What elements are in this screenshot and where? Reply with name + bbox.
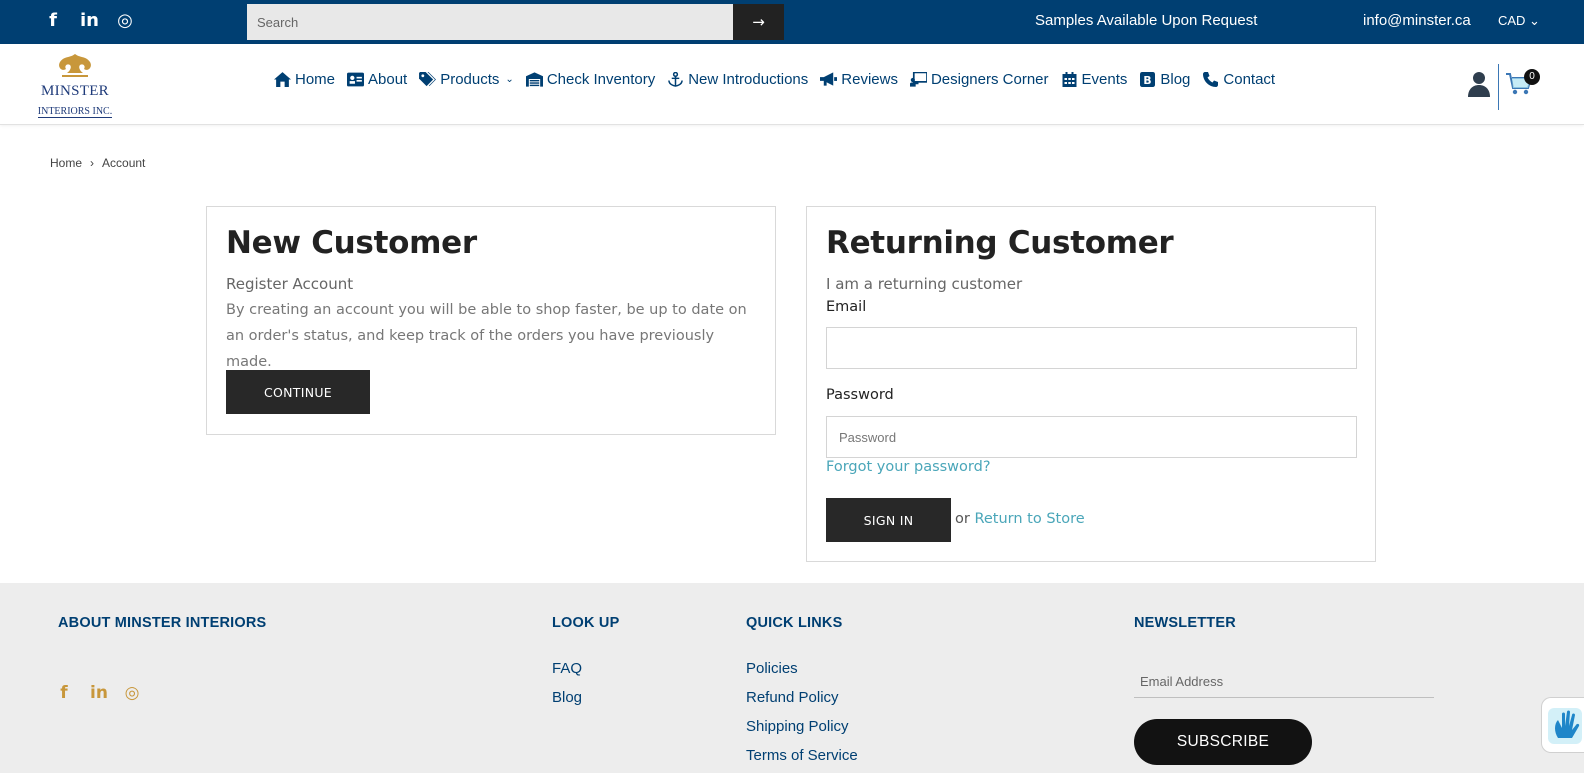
header-divider	[1498, 64, 1499, 110]
linkedin-icon[interactable]: in	[90, 683, 108, 703]
nav-label: New Introductions	[688, 71, 809, 88]
breadcrumb: Home › Account	[50, 156, 145, 170]
facebook-icon[interactable]: f	[44, 10, 62, 32]
tags-icon	[419, 72, 437, 87]
returning-customer-subtitle: I am a returning customer	[826, 275, 1023, 293]
currency-selector[interactable]: CAD ⌄	[1498, 13, 1540, 29]
footer-link-refund-policy[interactable]: Refund Policy	[746, 683, 858, 712]
blog-icon: B	[1140, 72, 1156, 87]
email-label: Email	[826, 299, 867, 315]
search-input[interactable]	[247, 4, 733, 40]
nav-label: Reviews	[841, 71, 898, 88]
subscribe-button[interactable]: SUBSCRIBE	[1134, 719, 1312, 765]
samples-notice: Samples Available Upon Request	[1035, 12, 1258, 29]
footer-about-heading: ABOUT MINSTER INTERIORS	[58, 615, 267, 631]
sign-in-button[interactable]: SIGN IN	[826, 498, 951, 542]
email-field[interactable]	[826, 327, 1357, 369]
chalkboard-icon	[909, 72, 927, 87]
warehouse-icon	[525, 72, 543, 87]
breadcrumb-home-link[interactable]: Home	[50, 156, 82, 170]
calendar-icon	[1062, 72, 1076, 87]
instagram-icon[interactable]: ◎	[116, 10, 134, 32]
nav-item-contact[interactable]: Contact	[1202, 71, 1275, 88]
password-label: Password	[826, 387, 894, 403]
nav-item-products[interactable]: Products ⌄	[419, 71, 514, 88]
top-social-links: f in ◎	[44, 10, 134, 32]
continue-button[interactable]: CONTINUE	[226, 370, 370, 414]
search-submit-button[interactable]: →	[733, 4, 784, 40]
linkedin-icon[interactable]: in	[80, 10, 99, 32]
breadcrumb-current: Account	[102, 156, 146, 170]
footer-quick-links-list: Policies Refund Policy Shipping Policy T…	[746, 654, 858, 770]
footer-newsletter-heading: NEWSLETTER	[1134, 615, 1236, 631]
newsletter-email-input[interactable]	[1134, 666, 1434, 698]
footer-link-policies[interactable]: Policies	[746, 654, 858, 683]
instagram-icon[interactable]: ◎	[124, 683, 140, 703]
footer-lookup-heading: LOOK UP	[552, 615, 620, 631]
breadcrumb-separator: ›	[90, 156, 95, 170]
register-account-subtitle: Register Account	[226, 275, 354, 293]
password-field[interactable]	[826, 416, 1357, 458]
nav-label: Home	[295, 71, 336, 88]
nav-label: Products	[440, 71, 500, 88]
id-card-icon	[347, 72, 365, 87]
nav-label: Blog	[1160, 71, 1191, 88]
nav-item-designers-corner[interactable]: Designers Corner	[909, 71, 1049, 88]
svg-text:B: B	[1144, 74, 1152, 87]
forgot-password-link[interactable]: Forgot your password?	[826, 459, 991, 475]
or-text: or	[955, 511, 970, 527]
facebook-icon[interactable]: f	[56, 683, 72, 703]
chevron-down-icon: ⌄	[505, 74, 514, 85]
nav-item-about[interactable]: About	[347, 71, 407, 88]
footer-link-shipping-policy[interactable]: Shipping Policy	[746, 712, 858, 741]
nav-label: Check Inventory	[546, 71, 656, 88]
footer-link-blog[interactable]: Blog	[552, 683, 582, 712]
return-to-store-link[interactable]: Return to Store	[974, 511, 1084, 527]
logo-crest-icon	[59, 54, 91, 77]
returning-customer-title: Returning Customer	[826, 225, 1174, 261]
footer-lookup-list: FAQ Blog	[552, 654, 582, 712]
main-nav: Home About Products ⌄ Check Inventory Ne…	[274, 71, 1287, 88]
register-description: By creating an account you will be able …	[226, 302, 747, 370]
user-account-icon[interactable]	[1467, 71, 1491, 97]
nav-label: Designers Corner	[930, 71, 1049, 88]
contact-email-link[interactable]: info@minster.ca	[1363, 12, 1471, 29]
nav-item-new-introductions[interactable]: New Introductions	[667, 71, 808, 88]
footer-link-faq[interactable]: FAQ	[552, 654, 582, 683]
site-footer: ABOUT MINSTER INTERIORS f in ◎ LOOK UP F…	[0, 583, 1584, 773]
phone-icon	[1203, 72, 1219, 87]
nav-item-home[interactable]: Home	[274, 71, 335, 88]
cart-count-badge: 0	[1524, 69, 1540, 85]
site-logo[interactable]: MINSTER INTERIORS INC.	[34, 52, 116, 118]
nav-label: Contact	[1223, 71, 1276, 88]
nav-item-blog[interactable]: B Blog	[1139, 71, 1190, 88]
accessibility-hand-icon	[1548, 708, 1582, 744]
returning-customer-panel: Returning Customer I am a returning cust…	[806, 206, 1376, 562]
return-to-store-row: or Return to Store	[955, 511, 1085, 527]
main-header: MINSTER INTERIORS INC. Home About Produc…	[0, 44, 1584, 125]
nav-label: About	[368, 71, 408, 88]
nav-item-check-inventory[interactable]: Check Inventory	[525, 71, 656, 88]
footer-link-terms-of-service[interactable]: Terms of Service	[746, 741, 858, 770]
new-customer-panel: New Customer Register Account By creatin…	[206, 206, 776, 435]
footer-quick-links-heading: QUICK LINKS	[746, 615, 843, 631]
nav-item-events[interactable]: Events	[1061, 71, 1128, 88]
logo-text-sub: INTERIORS INC.	[37, 106, 113, 118]
footer-social-links: f in ◎	[56, 683, 140, 703]
home-icon	[274, 72, 291, 87]
nav-label: Events	[1081, 71, 1128, 88]
nav-item-reviews[interactable]: Reviews	[820, 71, 898, 88]
new-customer-title: New Customer	[226, 225, 477, 261]
top-bar: f in ◎ → Samples Available Upon Request …	[0, 0, 1584, 44]
anchor-icon	[668, 72, 684, 87]
logo-text-main: MINSTER	[41, 83, 109, 99]
accessibility-widget[interactable]	[1541, 697, 1584, 753]
megaphone-icon	[820, 72, 838, 86]
